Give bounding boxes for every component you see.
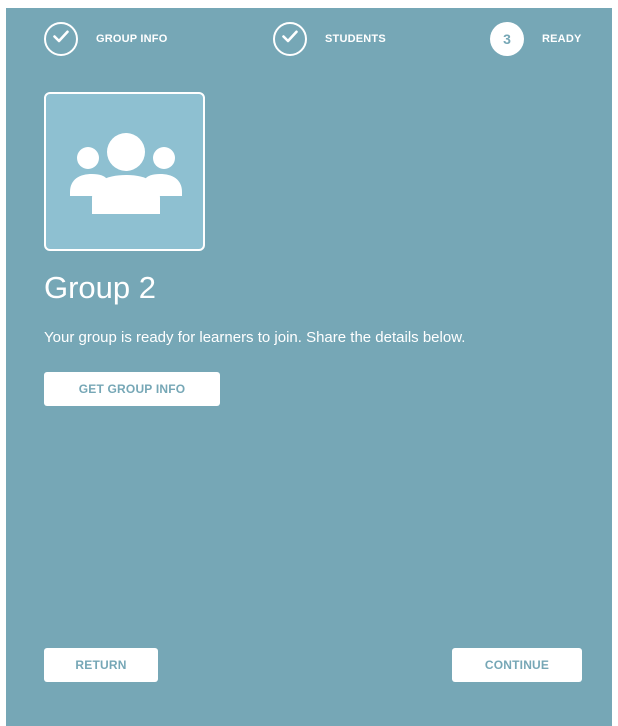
return-button[interactable]: RETURN <box>44 648 158 682</box>
check-icon <box>53 30 69 48</box>
group-title: Group 2 <box>44 270 157 305</box>
step-number-badge: 3 <box>490 22 524 56</box>
step-complete-badge <box>44 22 78 56</box>
step-ready: 3 READY <box>490 22 582 56</box>
get-group-info-button[interactable]: GET GROUP INFO <box>44 372 220 406</box>
step-students: STUDENTS <box>273 22 386 56</box>
step-group-info: GROUP INFO <box>44 22 167 56</box>
step-complete-badge <box>273 22 307 56</box>
group-setup-panel: GROUP INFO STUDENTS 3 READY Group 2 Your… <box>6 8 612 726</box>
group-avatar <box>44 92 205 251</box>
ready-message: Your group is ready for learners to join… <box>44 329 466 346</box>
step-label: READY <box>542 33 582 45</box>
progress-stepper: GROUP INFO STUDENTS 3 READY <box>6 8 612 72</box>
continue-button[interactable]: CONTINUE <box>452 648 582 682</box>
step-label: STUDENTS <box>325 33 386 45</box>
step-label: GROUP INFO <box>96 33 168 45</box>
check-icon <box>282 30 298 48</box>
